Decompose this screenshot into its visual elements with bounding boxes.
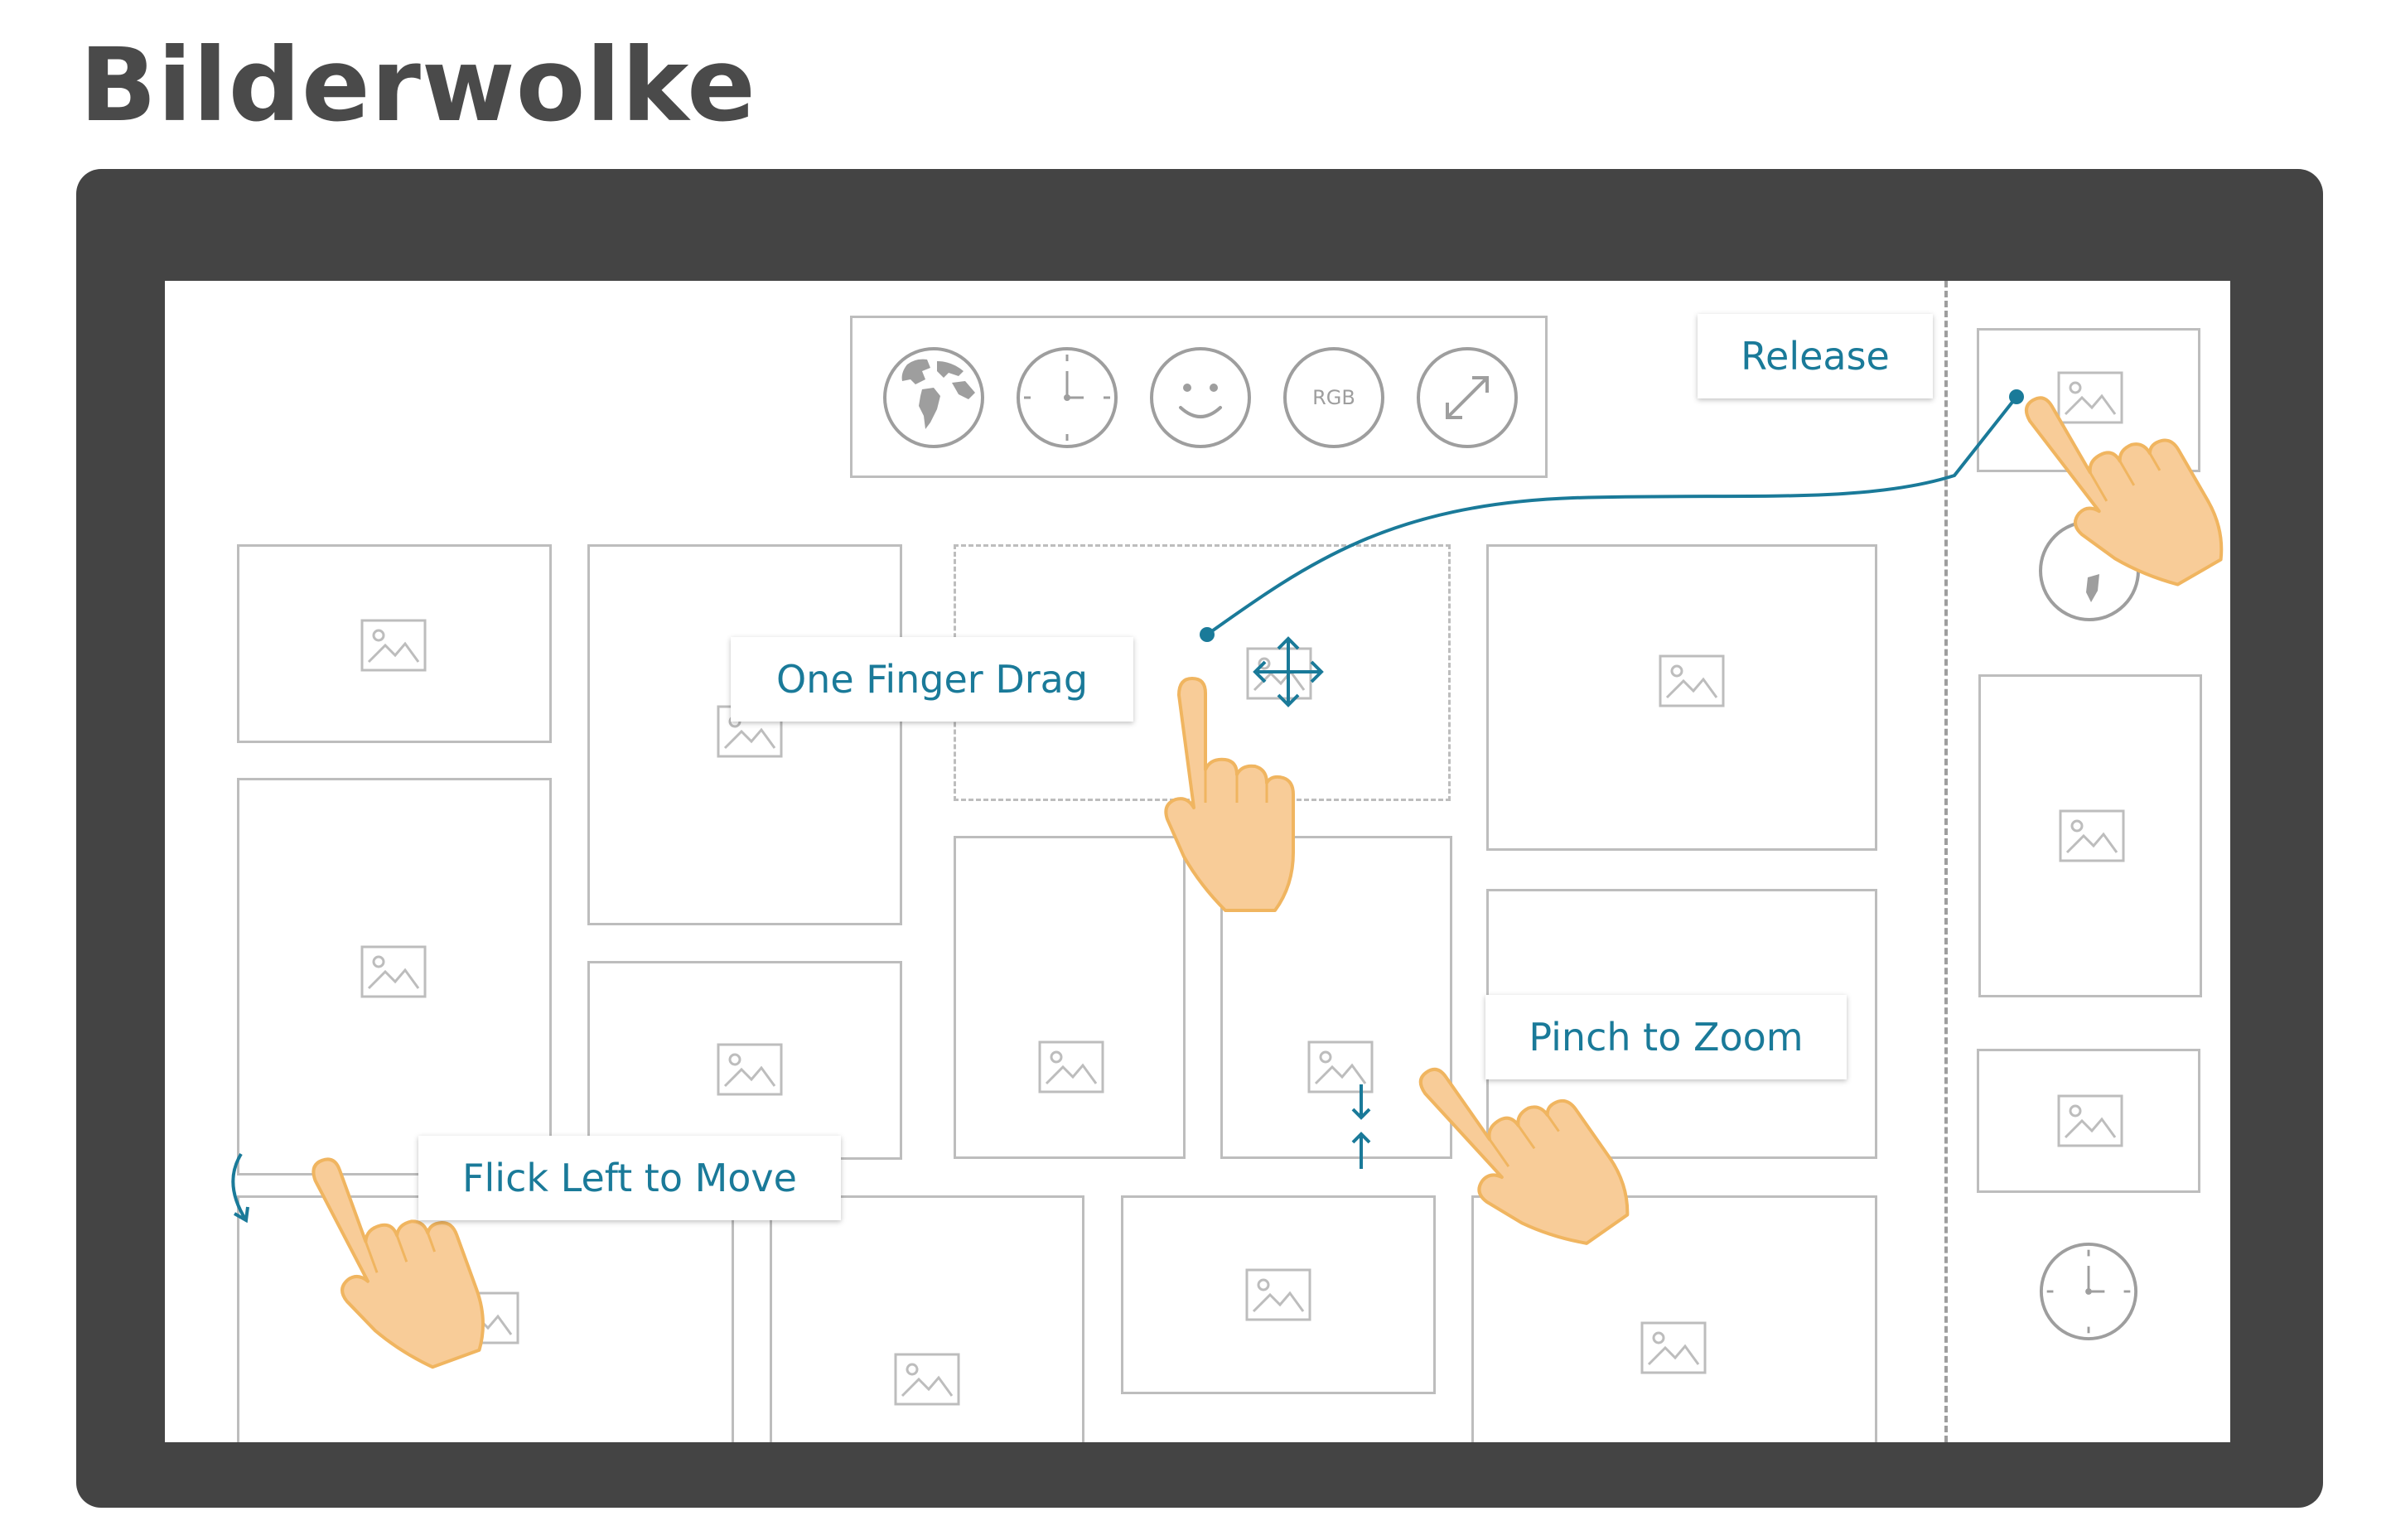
one-finger-drag-label: One Finger Drag xyxy=(731,637,1133,722)
page-title: Bilderwolke xyxy=(80,27,756,144)
pinch-arrows-icon xyxy=(1351,1084,1371,1169)
flick-left-label: Flick Left to Move xyxy=(418,1136,841,1220)
drag-path xyxy=(1205,395,2018,636)
touch-screen: RGB Release One Finger Drag Pinch to Zoo… xyxy=(165,281,2230,1442)
drag-hand-icon xyxy=(1164,677,1295,912)
pinch-to-zoom-label: Pinch to Zoom xyxy=(1485,995,1847,1079)
release-label: Release xyxy=(1698,314,1933,398)
flick-arrow-icon xyxy=(231,1152,249,1224)
